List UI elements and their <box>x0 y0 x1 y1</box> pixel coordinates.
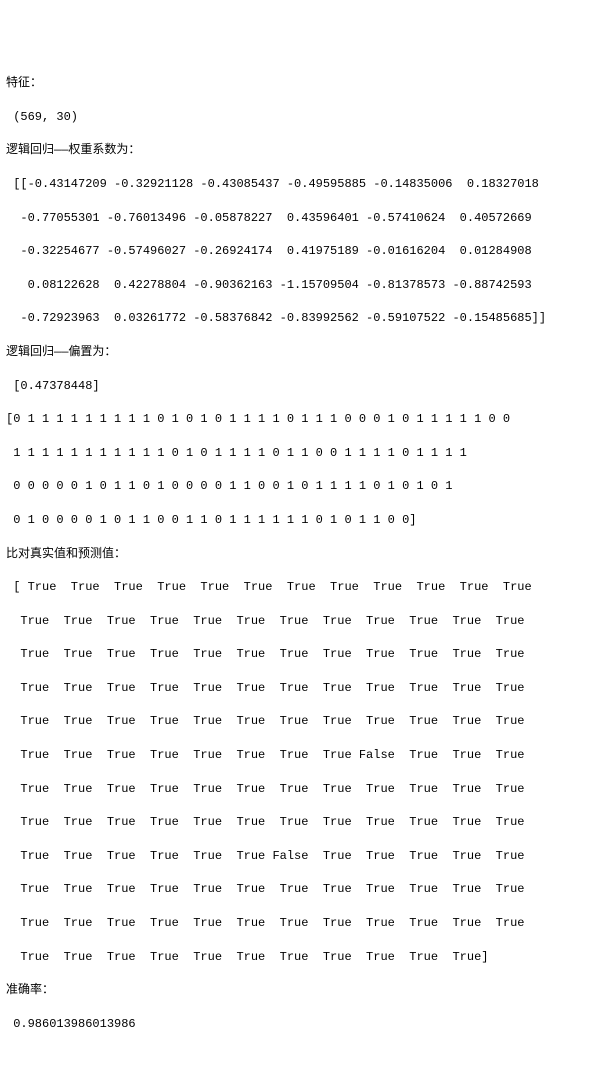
weights-row: -0.32254677 -0.57496027 -0.26924174 0.41… <box>6 243 604 260</box>
compare-label: 比对真实值和预测值： <box>6 546 604 563</box>
features-shape: (569, 30) <box>6 109 604 126</box>
bias-value: [0.47378448] <box>6 378 604 395</box>
truth-row: True True True True True True True True … <box>6 713 604 730</box>
binary-row: 1 1 1 1 1 1 1 1 1 1 1 0 1 0 1 1 1 1 0 1 … <box>6 445 604 462</box>
truth-row: [ True True True True True True True Tru… <box>6 579 604 596</box>
truth-row: True True True True True True True True … <box>6 680 604 697</box>
truth-row: True True True True True True False True… <box>6 848 604 865</box>
truth-row: True True True True True True True True … <box>6 747 604 764</box>
weights-row: -0.77055301 -0.76013496 -0.05878227 0.43… <box>6 210 604 227</box>
weights-label: 逻辑回归——权重系数为： <box>6 142 604 159</box>
truth-row: True True True True True True True True … <box>6 915 604 932</box>
binary-row: [0 1 1 1 1 1 1 1 1 1 0 1 0 1 0 1 1 1 1 0… <box>6 411 604 428</box>
accuracy-label: 准确率： <box>6 982 604 999</box>
bias-label: 逻辑回归——偏置为： <box>6 344 604 361</box>
truth-row: True True True True True True True True … <box>6 814 604 831</box>
truth-row: True True True True True True True True … <box>6 881 604 898</box>
truth-row: True True True True True True True True … <box>6 781 604 798</box>
accuracy-value: 0.986013986013986 <box>6 1016 604 1033</box>
weights-row: [[-0.43147209 -0.32921128 -0.43085437 -0… <box>6 176 604 193</box>
binary-row: 0 0 0 0 0 1 0 1 1 0 1 0 0 0 0 1 1 0 0 1 … <box>6 478 604 495</box>
binary-row: 0 1 0 0 0 0 1 0 1 1 0 0 1 1 0 1 1 1 1 1 … <box>6 512 604 529</box>
truth-row: True True True True True True True True … <box>6 949 604 966</box>
weights-row: -0.72923963 0.03261772 -0.58376842 -0.83… <box>6 310 604 327</box>
truth-row: True True True True True True True True … <box>6 646 604 663</box>
features-label: 特征： <box>6 75 604 92</box>
weights-row: 0.08122628 0.42278804 -0.90362163 -1.157… <box>6 277 604 294</box>
truth-row: True True True True True True True True … <box>6 613 604 630</box>
